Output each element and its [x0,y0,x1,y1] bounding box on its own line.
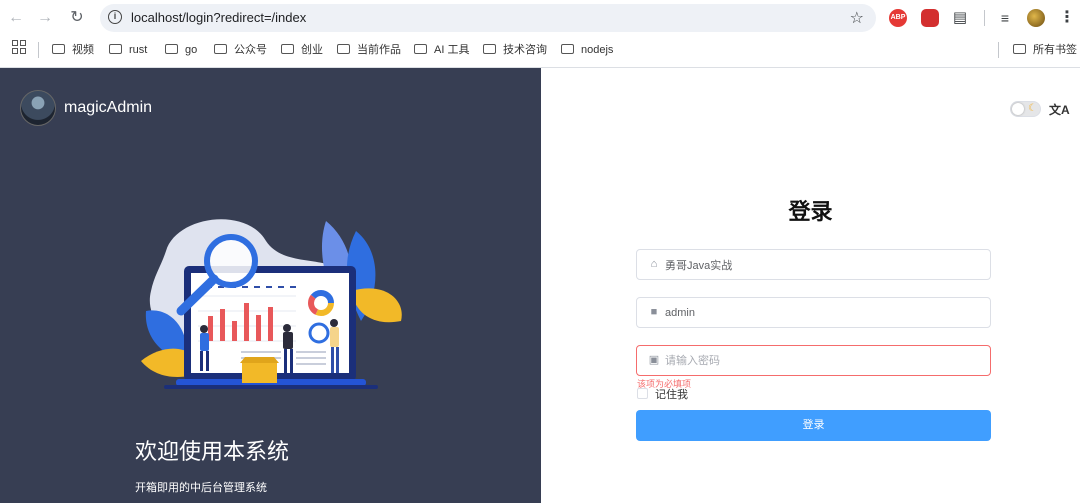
extension-red-icon[interactable] [921,9,939,27]
theme-toggle[interactable]: ☾ [1010,101,1041,117]
folder-icon [337,44,350,54]
forward-arrow-icon[interactable]: → [34,7,56,29]
bookmark-folder[interactable]: AI 工具 [414,42,469,58]
folder-icon [414,44,427,54]
extensions-puzzle-icon[interactable]: ▤ [951,9,969,27]
folder-icon [52,44,65,54]
remember-checkbox[interactable] [637,388,648,399]
folder-icon [1013,44,1026,54]
username-field[interactable]: ■ [636,297,991,328]
dashboard-illustration [141,219,402,389]
folder-icon [214,44,227,54]
home-icon: ⌂ [650,258,658,270]
bookmark-folder[interactable]: 公众号 [214,42,267,58]
lock-icon: ▣ [648,354,660,366]
url-text[interactable]: localhost/login?redirect=/index [131,10,306,25]
welcome-title: 欢迎使用本系统 [135,439,290,464]
profile-avatar-icon[interactable] [1027,9,1045,27]
reload-icon[interactable]: ↻ [66,7,88,29]
folder-icon [561,44,574,54]
toggle-knob [1012,103,1024,115]
bookmark-folder[interactable]: rust [109,42,147,58]
bookmark-folder[interactable]: go [165,42,197,58]
bookmark-star-icon[interactable]: ☆ [850,8,864,28]
browser-chrome: ← → ↻ i localhost/login?redirect=/index … [0,0,1080,68]
login-title: 登录 [788,199,833,224]
bookmarks-bar: 视频 rust go 公众号 创业 当前作品 AI 工具 技术咨询 nodejs… [0,36,1080,64]
folder-icon [483,44,496,54]
adblock-extension-icon[interactable]: ABP [889,9,907,27]
brand-name: magicAdmin [64,99,153,116]
bookmark-folder[interactable]: 视频 [52,42,94,58]
toolbar-divider [984,10,985,26]
login-left-panel: magicAdmin 欢迎使用本系统 开箱即用的中后台管理系统 [0,68,541,503]
media-control-icon[interactable]: ≡ [996,9,1014,27]
login-right-panel: ☾ 文A 登录 ⌂ ■ ▣ 该项为必填项 记住我 登录 [541,68,1080,503]
folder-icon [165,44,178,54]
user-icon: ■ [650,306,658,318]
bookmark-folder[interactable]: 当前作品 [337,42,401,58]
password-input[interactable] [665,346,985,375]
folder-icon [109,44,122,54]
back-arrow-icon[interactable]: ← [5,7,27,29]
bookmark-folder[interactable]: nodejs [561,42,613,58]
browser-menu-icon[interactable]: ⋮ [1058,9,1076,27]
translate-icon[interactable]: 文A [1049,101,1070,118]
password-field[interactable]: ▣ [636,345,991,376]
tenant-input[interactable] [665,250,985,279]
bookmark-folder[interactable]: 技术咨询 [483,42,547,58]
brand-logo-icon [20,90,56,126]
bookmark-folder[interactable]: 创业 [281,42,323,58]
folder-icon [281,44,294,54]
moon-icon: ☾ [1028,103,1037,114]
username-input[interactable] [665,298,985,327]
tenant-field[interactable]: ⌂ [636,249,991,280]
bookmark-divider [998,42,999,58]
browser-toolbar: ← → ↻ i localhost/login?redirect=/index … [0,0,1080,36]
site-info-icon[interactable]: i [108,10,122,24]
welcome-subtitle: 开箱即用的中后台管理系统 [135,482,267,494]
address-bar[interactable]: i localhost/login?redirect=/index ☆ [100,4,876,32]
remember-label[interactable]: 记住我 [655,386,688,402]
all-bookmarks-folder[interactable]: 所有书签 [1013,42,1077,58]
login-button[interactable]: 登录 [636,410,991,441]
